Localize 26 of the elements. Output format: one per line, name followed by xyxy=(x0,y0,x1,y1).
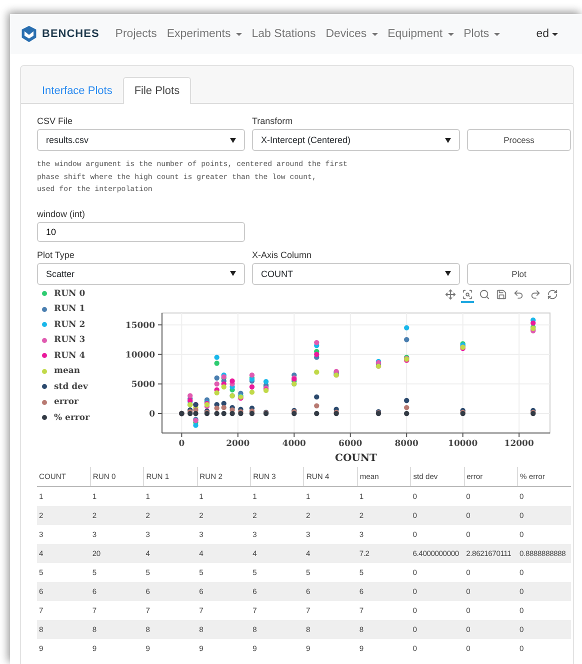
tick-label: 5000 xyxy=(131,379,155,390)
legend-label: RUN 2 xyxy=(54,320,86,330)
legend-label: RUN 3 xyxy=(54,335,86,345)
field-label: Transform xyxy=(252,116,294,126)
tick-label: 10000 xyxy=(125,350,155,360)
legend-label: std dev xyxy=(54,382,88,392)
legend-label: mean xyxy=(54,366,80,376)
legend-label: error xyxy=(54,397,79,407)
field-label: Plot Type xyxy=(37,250,76,260)
legend-label: RUN 0 xyxy=(54,288,86,298)
legend-label: RUN 1 xyxy=(54,304,86,314)
tick-label: 4000 xyxy=(282,438,306,448)
tick-label: 0 xyxy=(178,438,185,448)
tick-label: 2000 xyxy=(226,438,250,448)
legend-label: RUN 4 xyxy=(54,350,86,360)
field-label: X-Axis Column xyxy=(252,250,313,260)
axis-title: COUNT xyxy=(335,452,377,462)
tick-label: 6000 xyxy=(338,438,362,448)
tick-label: 0 xyxy=(149,409,155,419)
field-label: window (int) xyxy=(37,208,86,218)
tick-label: 8000 xyxy=(394,438,418,448)
field-label: CSV File xyxy=(37,116,74,126)
tick-label: 15000 xyxy=(125,320,155,330)
tick-label: 12000 xyxy=(504,438,534,448)
legend-label: % error xyxy=(54,412,90,422)
tick-label: 10000 xyxy=(448,438,478,448)
